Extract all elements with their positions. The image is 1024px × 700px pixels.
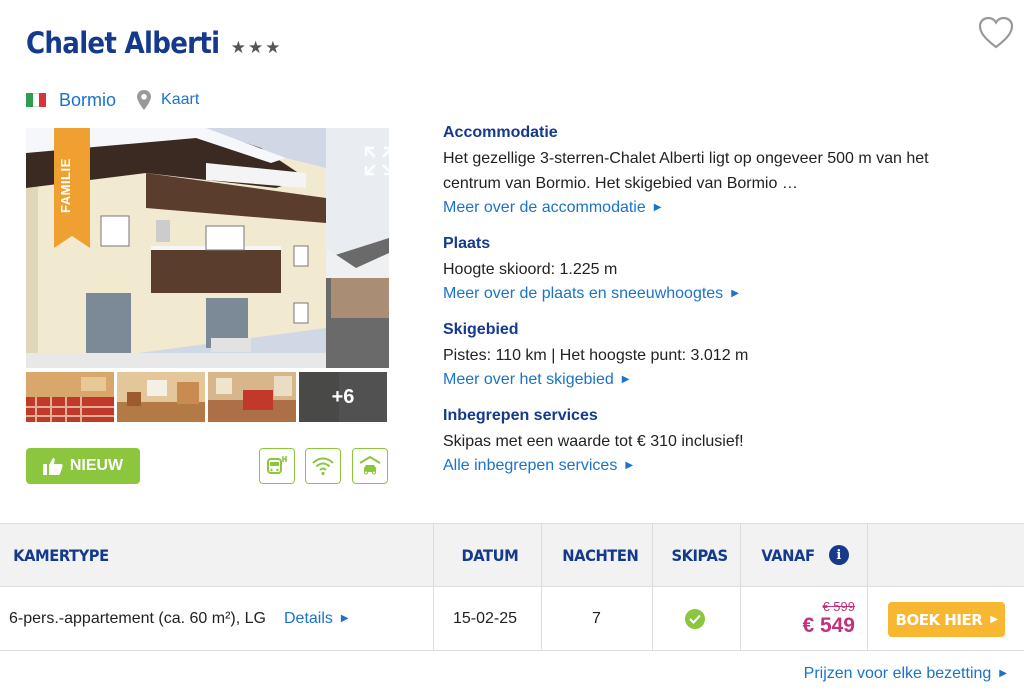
price-table: KAMERTYPE DATUM NACHTEN SKIPAS VANAF i 6… bbox=[0, 523, 1024, 651]
caret-right-icon: ▶ bbox=[990, 614, 998, 625]
header-room-type: KAMERTYPE bbox=[13, 545, 109, 565]
favorite-heart-icon[interactable] bbox=[978, 16, 1014, 50]
table-row: 6-pers.-appartement (ca. 60 m²), LG Deta… bbox=[0, 587, 1024, 651]
book-button[interactable]: BOEK HIER ▶ bbox=[888, 602, 1005, 637]
caret-right-icon: ▶ bbox=[731, 288, 739, 299]
expand-icon[interactable] bbox=[364, 146, 389, 176]
date-value: 15-02-25 bbox=[453, 609, 518, 627]
caret-right-icon: ▶ bbox=[625, 460, 634, 471]
section-services: Inbegrepen services Skipas met een waard… bbox=[443, 407, 1003, 478]
thumbs-up-icon bbox=[42, 458, 63, 475]
thumbnail[interactable] bbox=[117, 372, 205, 422]
garage-icon bbox=[352, 448, 388, 484]
thumbnail-more[interactable]: +6 bbox=[299, 372, 387, 422]
section-text: Het gezellige 3-sterren-Chalet Alberti l… bbox=[443, 150, 929, 192]
caret-right-icon: ▶ bbox=[621, 374, 630, 385]
italy-flag-icon bbox=[26, 93, 47, 107]
room-type: 6-pers.-appartement (ca. 60 m²), LG bbox=[9, 609, 266, 627]
section-accommodatie: Accommodatie Het gezellige 3-sterren-Cha… bbox=[443, 124, 1003, 220]
section-skigebied: Skigebied Pistes: 110 km | Het hoogste p… bbox=[443, 321, 1003, 392]
section-text: Skipas met een waarde tot € 310 inclusie… bbox=[443, 433, 744, 450]
prices-per-occupancy-link[interactable]: Prijzen voor elke bezetting ▶ bbox=[804, 665, 1007, 683]
main-photo[interactable]: FAMILIE bbox=[26, 128, 389, 368]
section-plaats: Plaats Hoogte skioord: 1.225 m Meer over… bbox=[443, 235, 1003, 306]
old-price: € 599 bbox=[822, 599, 855, 614]
location-row: Bormio Kaart bbox=[26, 89, 199, 111]
section-link[interactable]: Meer over de accommodatie ▶ bbox=[443, 196, 661, 220]
section-text: Pistes: 110 km | Het hoogste punt: 3.012… bbox=[443, 347, 749, 364]
section-link[interactable]: Meer over de plaats en sneeuwhoogtes ▶ bbox=[443, 282, 739, 306]
map-link[interactable]: Kaart bbox=[161, 91, 199, 109]
section-title: Skigebied bbox=[443, 321, 519, 338]
star-rating: ★★★ bbox=[230, 38, 283, 57]
header-nights: NACHTEN bbox=[562, 545, 639, 565]
section-title: Plaats bbox=[443, 235, 491, 252]
section-link[interactable]: Meer over het skigebied ▶ bbox=[443, 368, 629, 392]
more-photos-count: +6 bbox=[299, 372, 387, 422]
details-link[interactable]: Details ▶ bbox=[284, 610, 349, 628]
photo-thumbnails: +6 bbox=[26, 372, 387, 422]
table-header: KAMERTYPE DATUM NACHTEN SKIPAS VANAF i bbox=[0, 523, 1024, 587]
wifi-icon bbox=[305, 448, 341, 484]
section-title: Accommodatie bbox=[443, 124, 558, 141]
map-pin-icon bbox=[137, 90, 152, 110]
town-link[interactable]: Bormio bbox=[59, 90, 116, 111]
hotel-title: Chalet Alberti bbox=[26, 26, 220, 60]
checkmark-icon bbox=[685, 608, 705, 629]
thumbnail[interactable] bbox=[208, 372, 296, 422]
title-row: Chalet Alberti ★★★ bbox=[26, 26, 283, 60]
section-link[interactable]: Alle inbegrepen services ▶ bbox=[443, 454, 633, 478]
header-from: VANAF bbox=[761, 545, 815, 565]
ski-bus-icon bbox=[259, 448, 295, 484]
new-badge-label: NIEUW bbox=[69, 457, 124, 474]
nights-value: 7 bbox=[592, 609, 601, 627]
info-icon[interactable]: i bbox=[828, 545, 849, 565]
new-badge: NIEUW bbox=[26, 448, 140, 484]
section-title: Inbegrepen services bbox=[443, 407, 598, 424]
header-skipass: SKIPAS bbox=[671, 545, 728, 565]
caret-right-icon: ▶ bbox=[653, 202, 662, 213]
new-price: € 549 bbox=[802, 614, 855, 637]
header-date: DATUM bbox=[461, 545, 519, 565]
caret-right-icon: ▶ bbox=[999, 668, 1007, 679]
thumbnail[interactable] bbox=[26, 372, 114, 422]
section-text: Hoogte skioord: 1.225 m bbox=[443, 261, 618, 278]
family-badge-label: FAMILIE bbox=[58, 158, 73, 214]
caret-right-icon: ▶ bbox=[340, 612, 349, 624]
